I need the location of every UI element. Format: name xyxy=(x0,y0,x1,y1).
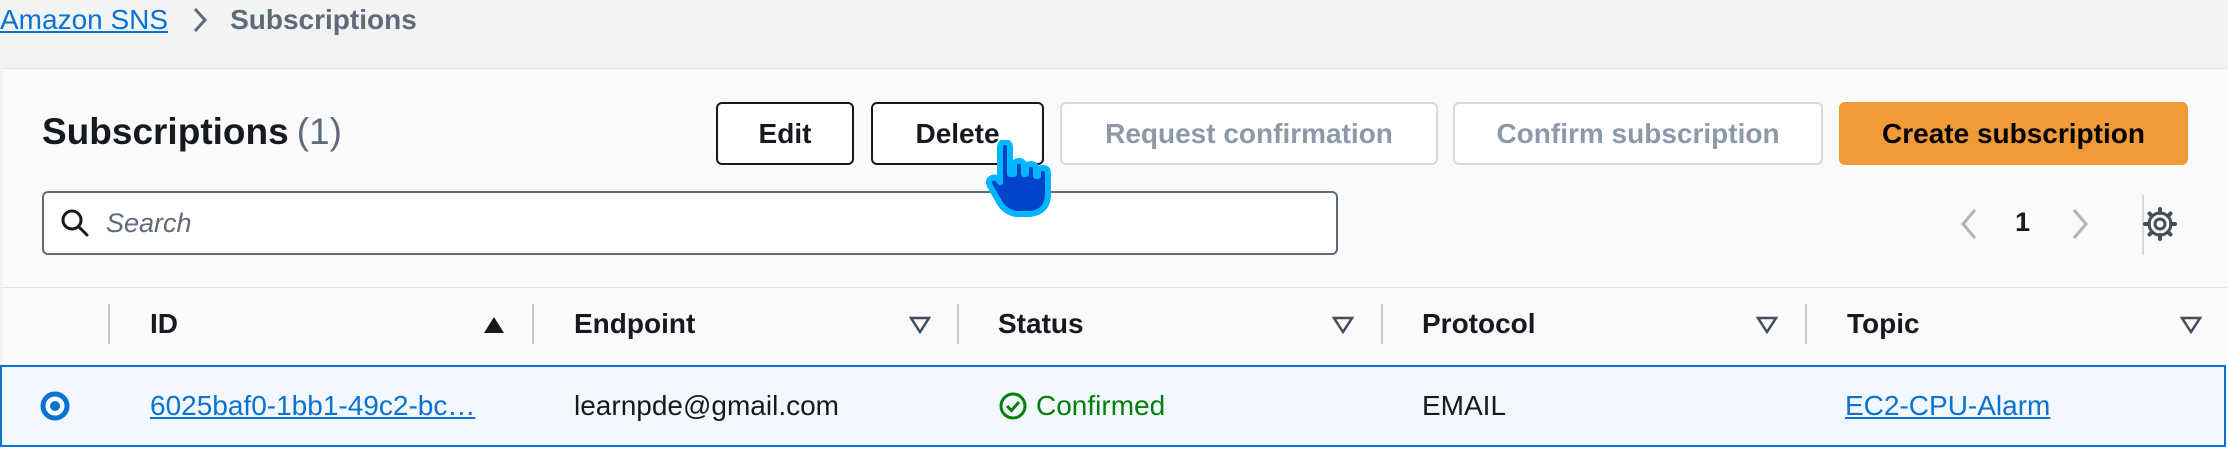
breadcrumb-amazon-sns-link[interactable]: Amazon SNS xyxy=(0,4,168,36)
table-row[interactable]: 6025baf0-1bb1-49c2-bc… learnpde@gmail.co… xyxy=(0,365,2226,447)
column-header-status[interactable]: Status xyxy=(998,288,1084,360)
request-confirmation-button[interactable]: Request confirmation xyxy=(1060,102,1438,165)
search-icon xyxy=(60,208,90,238)
column-divider xyxy=(957,304,959,344)
chevron-right-icon xyxy=(192,6,208,34)
column-divider xyxy=(1805,304,1807,344)
column-header-endpoint[interactable]: Endpoint xyxy=(574,288,695,360)
search-field[interactable] xyxy=(42,191,1338,255)
status-text: Confirmed xyxy=(1036,390,1166,421)
previous-page-icon[interactable] xyxy=(1959,207,1979,241)
row-radio-button[interactable] xyxy=(40,367,70,445)
sort-icon[interactable] xyxy=(1755,316,1779,339)
column-divider xyxy=(108,304,110,344)
sort-icon[interactable] xyxy=(2179,316,2203,339)
create-subscription-button[interactable]: Create subscription xyxy=(1839,102,2188,165)
check-circle-icon xyxy=(998,391,1028,421)
panel-title: Subscriptions (1) xyxy=(42,111,342,153)
confirm-subscription-button[interactable]: Confirm subscription xyxy=(1453,102,1823,165)
subscription-count: (1) xyxy=(296,111,342,152)
sort-icon[interactable] xyxy=(908,316,932,339)
endpoint-cell: learnpde@gmail.com xyxy=(574,390,839,421)
topic-link[interactable]: EC2-CPU-Alarm xyxy=(1845,367,2050,445)
search-input[interactable] xyxy=(104,206,1308,240)
column-divider xyxy=(532,304,534,344)
sort-icon[interactable] xyxy=(1331,316,1355,339)
gear-icon[interactable] xyxy=(2143,207,2177,241)
sort-ascending-icon[interactable] xyxy=(483,316,505,339)
next-page-icon[interactable] xyxy=(2070,207,2090,241)
column-header-protocol[interactable]: Protocol xyxy=(1422,288,1536,360)
status-cell: Confirmed xyxy=(998,367,1165,445)
protocol-cell: EMAIL xyxy=(1422,390,1507,421)
column-header-id[interactable]: ID xyxy=(150,288,178,360)
edit-button[interactable]: Edit xyxy=(716,102,854,165)
current-page-number[interactable]: 1 xyxy=(2015,207,2030,238)
breadcrumb-current: Subscriptions xyxy=(230,4,417,35)
breadcrumb: Amazon SNS Subscriptions xyxy=(0,0,417,40)
column-header-topic[interactable]: Topic xyxy=(1847,288,1920,360)
panel-title-text: Subscriptions xyxy=(42,111,289,152)
table-header: ID Endpoint Status Protocol Topic xyxy=(2,287,2228,359)
subscription-id-link[interactable]: 6025baf0-1bb1-49c2-bc… xyxy=(150,367,475,445)
column-divider xyxy=(1381,304,1383,344)
hand-cursor-icon xyxy=(985,139,1056,225)
